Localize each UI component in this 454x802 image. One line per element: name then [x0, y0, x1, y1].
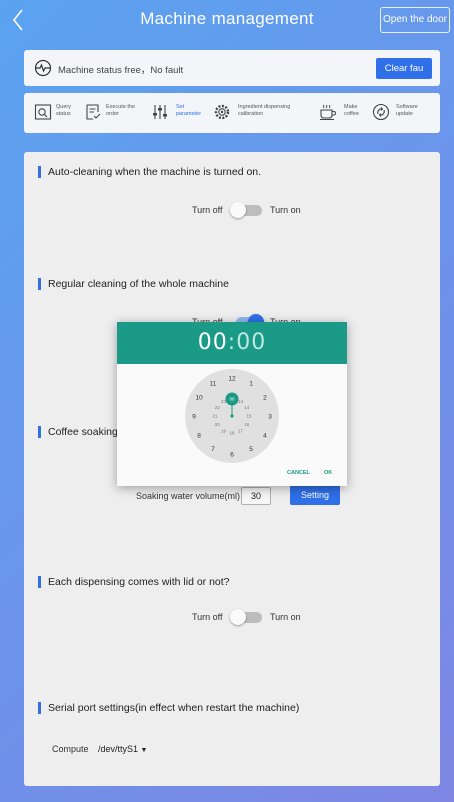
nav-software-update[interactable]: Software update	[372, 93, 434, 133]
time-picker-dialog: 00:00 12 1 2 3 4 5 6 7 8 9 10 11 00 13 14 15 16 17 18 19 20…	[117, 322, 347, 486]
clock-number[interactable]: 23	[221, 399, 227, 404]
section-serial-port: Serial port settings(in effect when rest…	[38, 702, 299, 714]
clock-number[interactable]: 21	[212, 414, 218, 419]
clock-number[interactable]: 18	[229, 431, 235, 436]
clock-number[interactable]: 1	[249, 380, 253, 387]
soaking-volume-input[interactable]: 30	[241, 487, 271, 505]
clock-face[interactable]: 121234567891011 00 1314151617181920212223	[185, 369, 279, 463]
sliders-icon	[153, 105, 167, 119]
cancel-button[interactable]: CANCEL	[287, 470, 310, 476]
clock-number[interactable]: 16	[244, 422, 250, 427]
soaking-setting-button[interactable]: Setting	[290, 485, 340, 505]
top-bar: Machine management Open the door	[0, 0, 454, 42]
nav-execute-order[interactable]: Execute the order	[84, 93, 146, 133]
auto-cleaning-switch[interactable]	[230, 202, 264, 218]
clear-fault-button[interactable]: Clear fau	[376, 58, 432, 79]
auto-cleaning-toggle-row: Turn off Turn on	[24, 202, 440, 220]
time-display: 00:00	[117, 322, 347, 364]
clock-number[interactable]: 10	[195, 394, 203, 401]
ok-button[interactable]: OK	[324, 470, 332, 476]
clock-number[interactable]: 20	[215, 422, 221, 427]
clock-number[interactable]: 8	[197, 432, 201, 439]
clock-number[interactable]: 5	[249, 446, 253, 453]
nav-ingredient-calibration[interactable]: Ingredient dispensing calibration	[213, 93, 308, 133]
clock-number[interactable]: 4	[263, 432, 267, 439]
clock-number[interactable]: 22	[215, 405, 221, 410]
minute-display[interactable]: 00	[236, 330, 266, 355]
clock-number[interactable]: 17	[238, 428, 244, 433]
section-regular-cleaning: Regular cleaning of the whole machine	[38, 278, 229, 290]
heartbeat-icon	[34, 59, 52, 77]
machine-status-text: Machine status free，No fault	[58, 65, 184, 76]
soaking-volume-row: Soaking water volume(ml) 30 Setting	[24, 485, 440, 507]
clock-number[interactable]: 12	[228, 375, 236, 382]
lid-switch[interactable]	[230, 609, 264, 625]
clock-number[interactable]: 11	[210, 380, 217, 387]
clock-number[interactable]: 7	[211, 446, 215, 453]
hour-display[interactable]: 00	[198, 330, 228, 355]
nav-query-status[interactable]: Query status	[34, 93, 89, 133]
nav-set-parameter[interactable]: Set parameter	[151, 93, 203, 133]
order-icon	[86, 104, 101, 120]
nav-make-coffee[interactable]: Make coffee	[318, 93, 368, 133]
clock-number[interactable]: 19	[221, 428, 227, 433]
clock-number[interactable]: 2	[263, 394, 267, 401]
coffee-cup-icon	[320, 104, 337, 120]
open-door-button[interactable]: Open the door	[380, 7, 450, 33]
serial-port-row: Compute /dev/ttyS1 ▼	[52, 744, 148, 754]
clock-number[interactable]: 14	[244, 405, 250, 410]
section-auto-cleaning: Auto-cleaning when the machine is turned…	[38, 166, 261, 178]
serial-port-select[interactable]: /dev/ttyS1 ▼	[98, 744, 147, 754]
function-nav: Query status Execute the order Set param…	[24, 93, 440, 133]
gear-icon	[214, 104, 230, 120]
clock-number[interactable]: 3	[268, 413, 272, 420]
lid-toggle-row: Turn off Turn on	[24, 609, 440, 627]
clock-number[interactable]: 00	[229, 397, 235, 402]
dropdown-caret-icon: ▼	[140, 747, 148, 754]
update-icon	[372, 103, 390, 121]
search-icon	[34, 104, 52, 120]
section-lid: Each dispensing comes with lid or not?	[38, 576, 230, 588]
section-coffee-soaking: Coffee soaking	[38, 426, 118, 438]
clock-number[interactable]: 15	[246, 414, 252, 419]
clock-number[interactable]: 6	[230, 451, 234, 458]
status-card: Machine status free，No fault Clear fau	[24, 50, 440, 86]
clock-number[interactable]: 13	[238, 399, 244, 404]
clock-number[interactable]: 9	[192, 413, 196, 420]
